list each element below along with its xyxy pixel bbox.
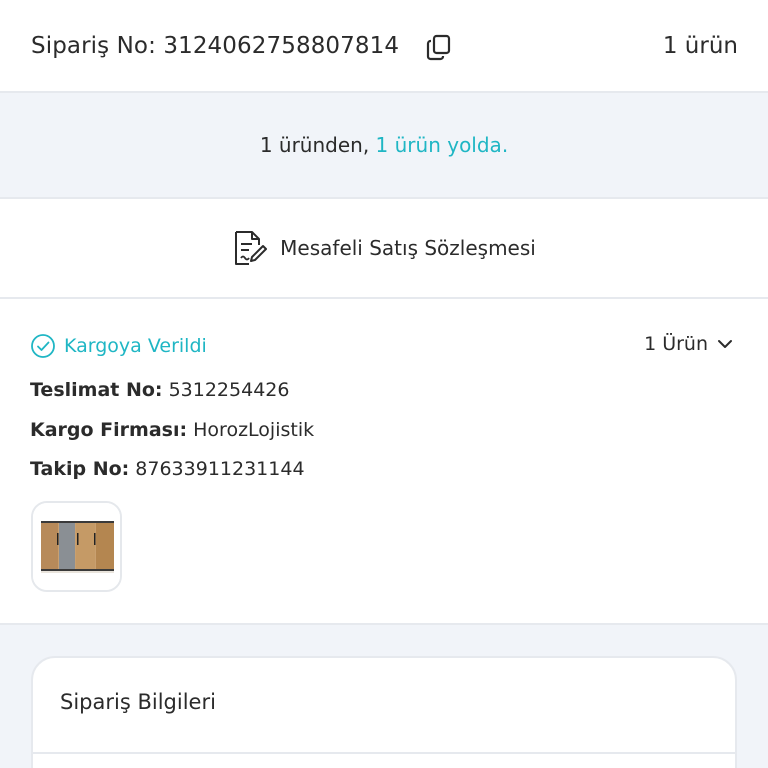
shipping-summary-text: 1 üründen, 1 ürün yolda. bbox=[260, 133, 508, 157]
contract-label: Mesafeli Satış Sözleşmesi bbox=[280, 236, 536, 260]
product-list-toggle[interactable]: 1 Ürün bbox=[644, 333, 734, 355]
carrier-value: HorozLojistik bbox=[193, 419, 315, 441]
wardrobe-image bbox=[33, 503, 120, 590]
check-circle-icon bbox=[31, 334, 55, 358]
shipping-summary-accent: 1 ürün yolda. bbox=[375, 133, 509, 157]
carrier-label: Kargo Firması: bbox=[30, 419, 188, 441]
tracking-row: Takip No: 87633911231144 bbox=[30, 458, 305, 480]
document-edit-icon bbox=[235, 231, 268, 265]
product-toggle-label: 1 Ürün bbox=[644, 333, 708, 355]
delivery-number-row: Teslimat No: 5312254426 bbox=[30, 379, 289, 401]
chevron-down-icon bbox=[718, 340, 732, 348]
carrier-row: Kargo Firması: HorozLojistik bbox=[30, 419, 314, 441]
order-header: Sipariş No: 3124062758807814 1 ürün bbox=[0, 0, 768, 93]
tracking-label: Takip No: bbox=[30, 458, 130, 480]
delivery-number-label: Teslimat No: bbox=[30, 379, 163, 401]
shipping-summary-banner: 1 üründen, 1 ürün yolda. bbox=[0, 93, 768, 199]
shipping-summary-prefix: 1 üründen, bbox=[259, 133, 376, 157]
order-info-title: Sipariş Bilgileri bbox=[60, 690, 216, 714]
shipment-status: Kargoya Verildi bbox=[30, 333, 207, 359]
delivery-number-value: 5312254426 bbox=[168, 379, 290, 401]
copy-icon[interactable] bbox=[425, 33, 453, 61]
product-thumbnail[interactable] bbox=[31, 501, 122, 592]
shipment-status-label: Kargoya Verildi bbox=[64, 335, 207, 357]
distance-sales-contract-link[interactable]: Mesafeli Satış Sözleşmesi bbox=[0, 199, 768, 299]
tracking-value: 87633911231144 bbox=[135, 458, 305, 480]
order-number: Sipariş No: 3124062758807814 bbox=[31, 33, 400, 59]
divider bbox=[31, 752, 737, 754]
item-count: 1 ürün bbox=[662, 33, 738, 59]
